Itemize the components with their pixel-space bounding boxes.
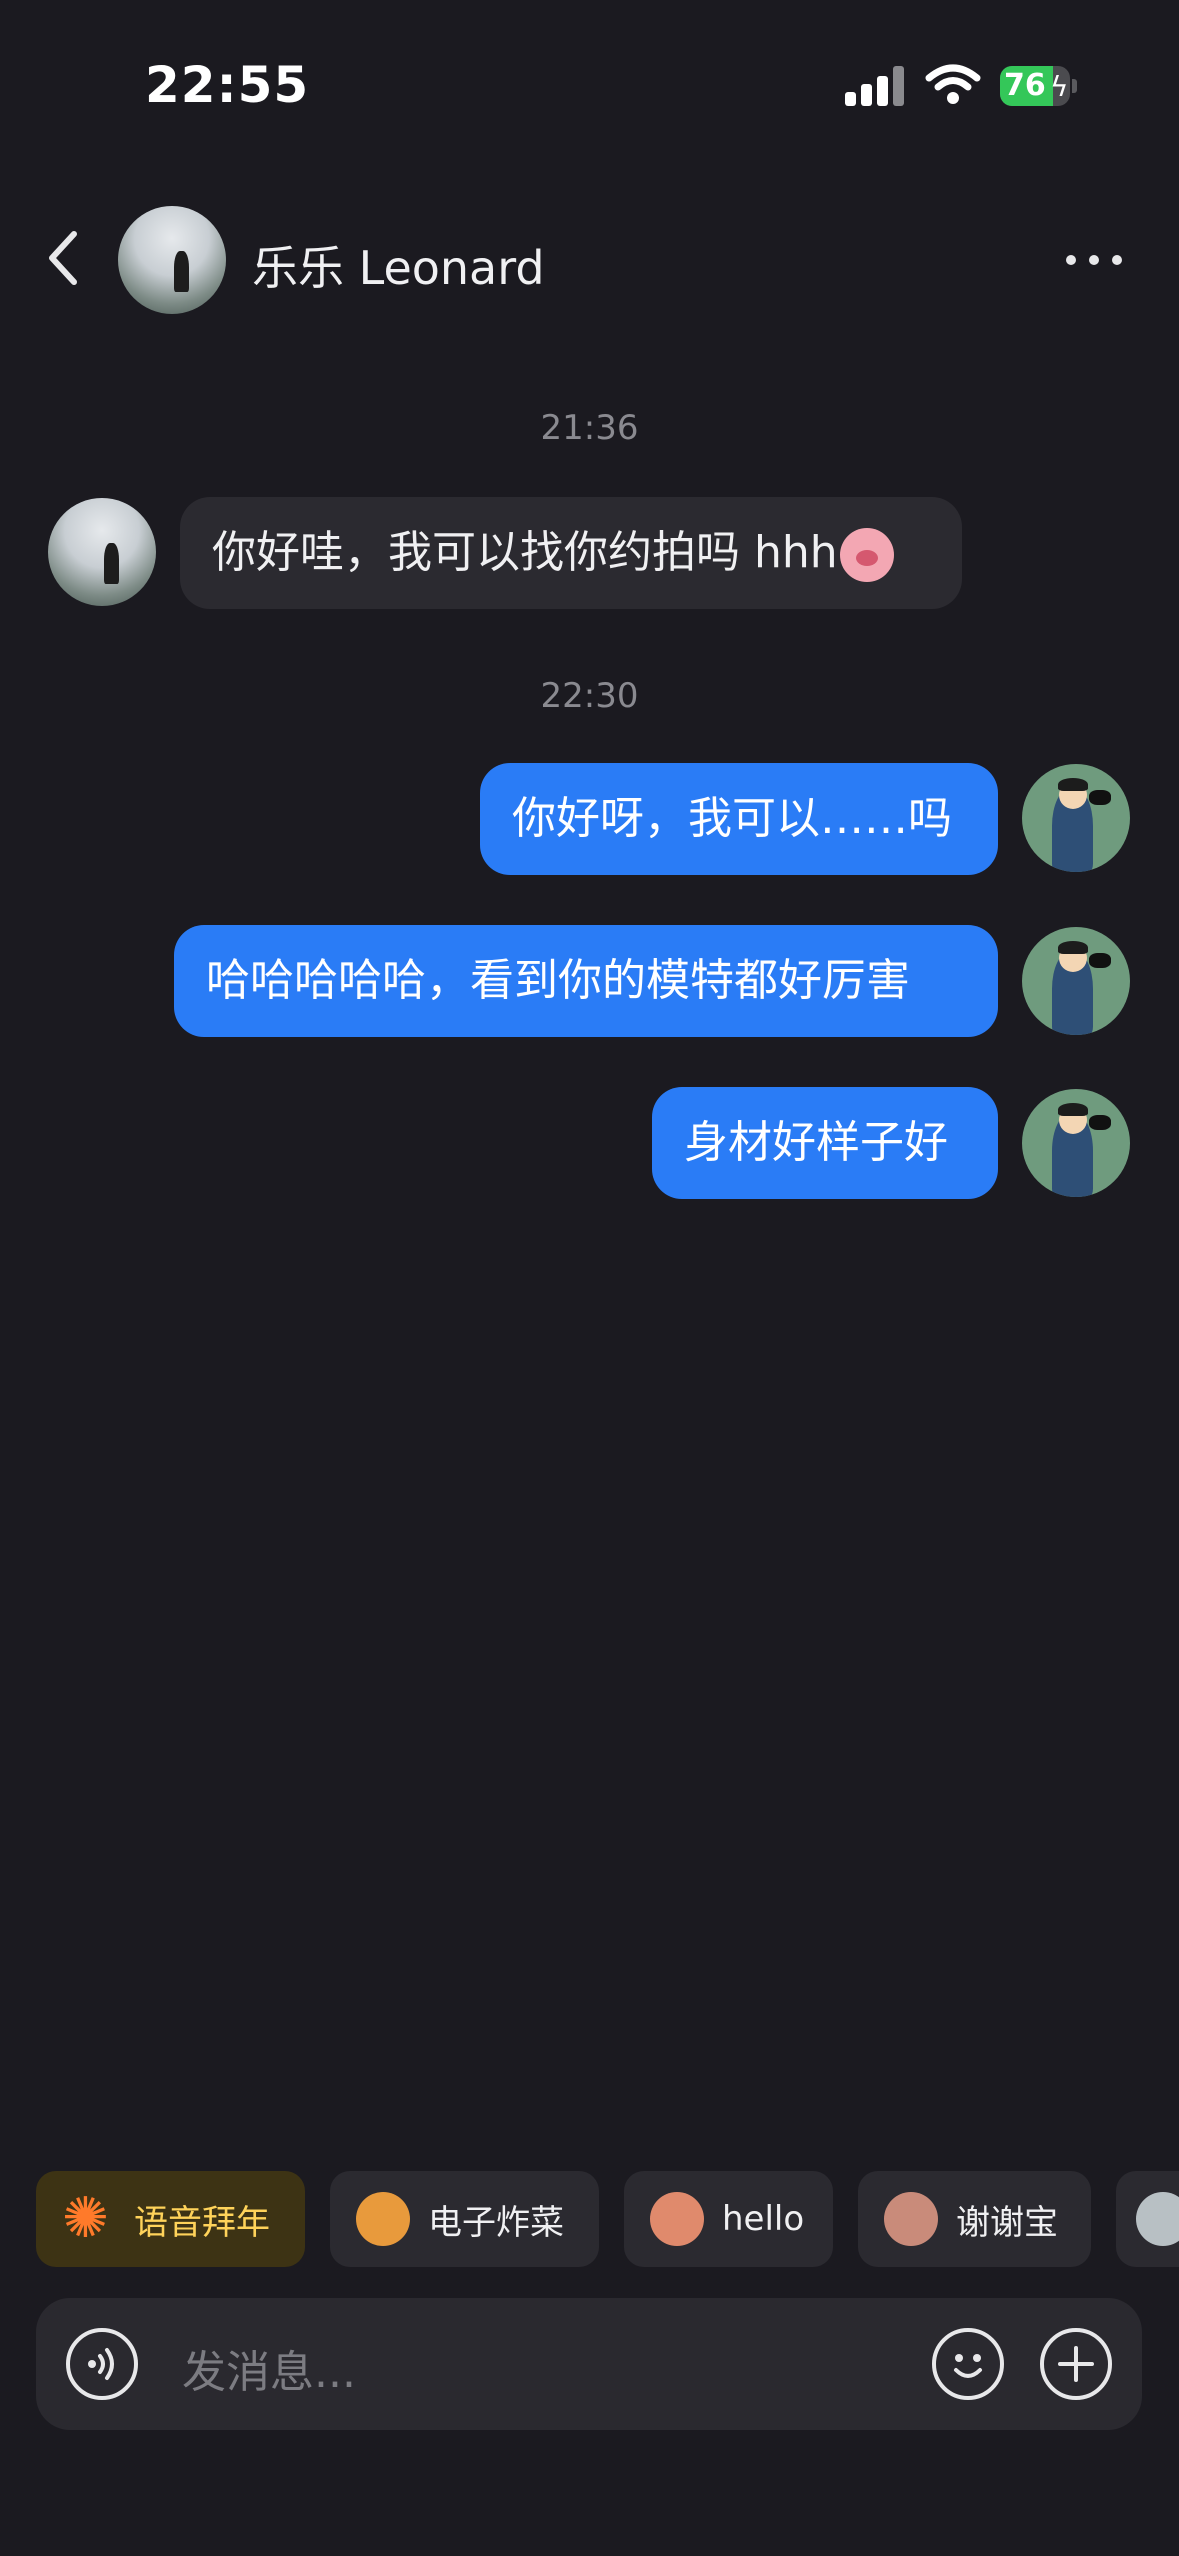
add-attachment-icon[interactable]	[1040, 2328, 1112, 2400]
pig-emoji-icon	[839, 528, 894, 582]
wifi-icon	[925, 64, 981, 104]
quick-reply-voice-greeting[interactable]: 语音拜年	[36, 2171, 305, 2267]
outgoing-message-bubble[interactable]: 身材好样子好	[652, 1087, 998, 1199]
quick-reply-thanks[interactable]: 谢谢宝	[858, 2171, 1091, 2267]
my-avatar[interactable]	[1022, 927, 1130, 1035]
firework-icon	[62, 2186, 116, 2251]
cat-emoji-icon	[1136, 2192, 1179, 2246]
chip-label: 电子炸菜	[428, 2202, 564, 2243]
message-text: 你好呀，我可以……吗	[512, 793, 952, 844]
sender-avatar[interactable]	[48, 498, 156, 606]
cellular-signal-icon	[845, 66, 905, 106]
chip-label: 语音拜年	[134, 2202, 270, 2243]
back-chevron-icon[interactable]	[44, 228, 84, 288]
quick-reply-hotpot[interactable]: 电子炸菜	[330, 2171, 599, 2267]
message-text: 身材好样子好	[684, 1117, 948, 1168]
status-time: 22:55	[145, 56, 310, 114]
charging-bolt-icon: ϟ	[1050, 70, 1069, 103]
chip-label: hello	[722, 2199, 805, 2239]
message-input[interactable]: 发消息...	[182, 2336, 356, 2400]
contact-name[interactable]: 乐乐 Leonard	[252, 232, 545, 298]
message-timestamp: 22:30	[540, 676, 639, 716]
message-text: 哈哈哈哈哈，看到你的模特都好厉害	[206, 955, 910, 1006]
thanks-emoji-icon	[884, 2192, 938, 2246]
emoji-icon[interactable]	[932, 2328, 1004, 2400]
quick-reply-more[interactable]	[1116, 2171, 1179, 2267]
message-composer: 发消息...	[36, 2298, 1142, 2430]
my-avatar[interactable]	[1022, 1089, 1130, 1197]
outgoing-message-bubble[interactable]: 哈哈哈哈哈，看到你的模特都好厉害	[174, 925, 998, 1037]
hotpot-icon	[356, 2192, 410, 2246]
outgoing-message-bubble[interactable]: 你好呀，我可以……吗	[480, 763, 998, 875]
quick-reply-hello[interactable]: hello	[624, 2171, 833, 2267]
message-text: 你好哇，我可以找你约拍吗 hhh	[212, 527, 838, 578]
message-timestamp: 21:36	[540, 408, 639, 448]
battery-icon: 76 ϟ	[1000, 66, 1077, 106]
my-avatar[interactable]	[1022, 764, 1130, 872]
face-emoji-icon	[650, 2192, 704, 2246]
incoming-message-bubble[interactable]: 你好哇，我可以找你约拍吗 hhh	[180, 497, 962, 609]
chip-label: 谢谢宝	[956, 2202, 1058, 2243]
more-options-icon[interactable]	[1066, 250, 1122, 270]
contact-avatar[interactable]	[118, 206, 226, 314]
battery-percent: 76	[1004, 68, 1046, 103]
voice-input-icon[interactable]	[66, 2328, 138, 2400]
